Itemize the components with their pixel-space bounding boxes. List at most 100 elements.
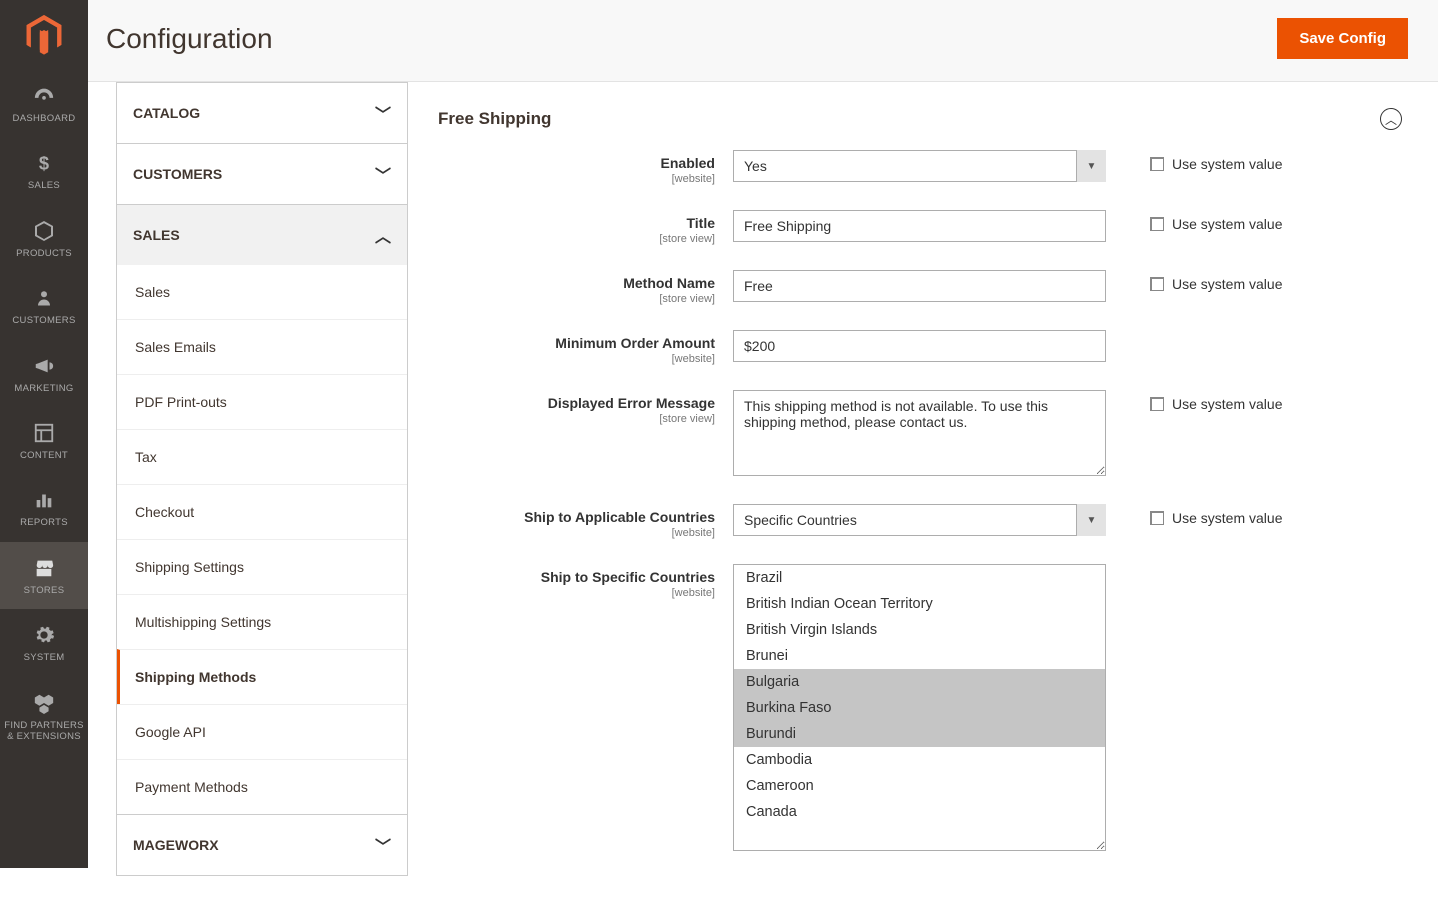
nav-label: DASHBOARD — [13, 113, 76, 124]
admin-sidebar: DASHBOARD $ SALES PRODUCTS CUSTOMERS MARKETIN… — [0, 0, 88, 868]
use-system-label: Use system value — [1172, 216, 1282, 232]
nav-label: SYSTEM — [24, 652, 65, 663]
field-label: Ship to Specific Countries — [541, 569, 715, 585]
method-name-input[interactable] — [733, 270, 1106, 302]
config-section-header-mageworx[interactable]: MAGEWORX﹀ — [117, 815, 407, 875]
min-amount-input[interactable] — [733, 330, 1106, 362]
page-wrapper: Configuration Save Config CATALOG﹀CUSTOM… — [88, 0, 1438, 906]
use-system-checkbox-wrap[interactable]: Use system value — [1150, 396, 1282, 412]
field-label: Method Name — [623, 275, 715, 291]
config-section-header-catalog[interactable]: CATALOG﹀ — [117, 83, 407, 143]
section-collapse-button[interactable]: ︿ — [1380, 108, 1402, 130]
ship-specific-multiselect[interactable]: BrazilBritish Indian Ocean TerritoryBrit… — [733, 564, 1106, 851]
title-input[interactable] — [733, 210, 1106, 242]
nav-label: STORES — [24, 585, 65, 596]
config-item-shipping-settings[interactable]: Shipping Settings — [117, 539, 407, 594]
field-scope: [store view] — [438, 413, 715, 425]
country-option[interactable]: Cambodia — [734, 747, 1105, 773]
config-section-label: CUSTOMERS — [133, 166, 222, 182]
nav-item-products[interactable]: PRODUCTS — [0, 205, 88, 272]
ship-applicable-select[interactable]: Specific Countries — [733, 504, 1106, 536]
use-system-checkbox-wrap[interactable]: Use system value — [1150, 156, 1282, 172]
field-row-ship-specific: Ship to Specific Countries [website] Bra… — [438, 564, 1402, 851]
config-item-google-api[interactable]: Google API — [117, 704, 407, 759]
field-scope: [website] — [438, 527, 715, 539]
nav-label: MARKETING — [14, 383, 73, 394]
nav-item-sales[interactable]: $ SALES — [0, 137, 88, 204]
nav-label: SALES — [28, 180, 60, 191]
use-system-checkbox-wrap[interactable]: Use system value — [1150, 510, 1282, 526]
magento-logo[interactable] — [0, 0, 88, 70]
page-title: Configuration — [106, 23, 273, 55]
checkbox-icon — [1150, 217, 1164, 231]
person-icon — [31, 285, 57, 311]
config-item-sales[interactable]: Sales — [117, 265, 407, 319]
field-scope: [store view] — [438, 233, 715, 245]
checkbox-icon — [1150, 277, 1164, 291]
config-section-catalog: CATALOG﹀ — [116, 82, 408, 144]
dollar-icon: $ — [31, 150, 57, 176]
field-row-error-msg: Displayed Error Message [store view] Thi… — [438, 390, 1402, 479]
config-content: Free Shipping ︿ Enabled [website] Yes ▼ — [408, 82, 1438, 906]
config-item-sales-emails[interactable]: Sales Emails — [117, 319, 407, 374]
config-section-header-customers[interactable]: CUSTOMERS ﹀ — [117, 144, 407, 204]
config-nav: CATALOG﹀ CUSTOMERS ﹀ SALES︿SalesSales Email… — [116, 82, 408, 906]
config-section-sales: SALES︿SalesSales EmailsPDF Print-outsTax… — [116, 205, 408, 815]
use-system-checkbox-wrap[interactable]: Use system value — [1150, 276, 1282, 292]
field-row-enabled: Enabled [website] Yes ▼ Use system value — [438, 150, 1402, 185]
nav-item-partners[interactable]: FIND PARTNERS & EXTENSIONS — [0, 677, 88, 756]
checkbox-icon — [1150, 157, 1164, 171]
config-item-checkout[interactable]: Checkout — [117, 484, 407, 539]
country-option[interactable]: British Virgin Islands — [734, 617, 1105, 643]
field-label: Title — [686, 215, 715, 231]
cube-icon — [31, 218, 57, 244]
nav-item-reports[interactable]: REPORTS — [0, 474, 88, 541]
boxes-icon — [31, 690, 57, 716]
use-system-label: Use system value — [1172, 396, 1282, 412]
field-label: Displayed Error Message — [548, 395, 715, 411]
nav-item-system[interactable]: SYSTEM — [0, 609, 88, 676]
nav-label: CUSTOMERS — [12, 315, 75, 326]
use-system-label: Use system value — [1172, 510, 1282, 526]
save-config-button[interactable]: Save Config — [1277, 18, 1408, 59]
country-option[interactable]: Burundi — [734, 721, 1105, 747]
nav-item-customers[interactable]: CUSTOMERS — [0, 272, 88, 339]
country-option[interactable]: Canada — [734, 799, 1105, 825]
error-message-textarea[interactable]: This shipping method is not available. T… — [733, 390, 1106, 476]
chevron-down-icon: ﹀ — [375, 162, 391, 186]
config-item-pdf[interactable]: PDF Print-outs — [117, 374, 407, 429]
checkbox-icon — [1150, 397, 1164, 411]
config-section-customers: CUSTOMERS ﹀ — [116, 144, 408, 205]
page-columns: CATALOG﹀CUSTOMERS﹀SALES︿SalesSales Email… — [88, 82, 1438, 906]
country-option[interactable]: British Indian Ocean Territory — [734, 591, 1105, 617]
gauge-icon — [31, 83, 57, 109]
field-row-method-name: Method Name [store view] Use system valu… — [438, 270, 1402, 305]
storefront-icon — [31, 555, 57, 581]
config-item-multishipping[interactable]: Multishipping Settings — [117, 594, 407, 649]
country-option[interactable]: Bulgaria — [734, 669, 1105, 695]
config-item-shipping-methods[interactable]: Shipping Methods — [117, 649, 407, 704]
megaphone-icon — [31, 353, 57, 379]
nav-label: REPORTS — [20, 517, 68, 528]
country-option[interactable]: Cameroon — [734, 773, 1105, 799]
country-option[interactable]: Brazil — [734, 565, 1105, 591]
config-section-header-sales[interactable]: SALES︿ — [117, 205, 407, 265]
enabled-select[interactable]: Yes — [733, 150, 1106, 182]
field-row-min-amount: Minimum Order Amount [website] — [438, 330, 1402, 365]
config-item-payment-methods[interactable]: Payment Methods — [117, 759, 407, 814]
field-scope: [store view] — [438, 293, 715, 305]
nav-item-dashboard[interactable]: DASHBOARD — [0, 70, 88, 137]
svg-text:$: $ — [39, 153, 49, 174]
nav-item-stores[interactable]: STORES — [0, 542, 88, 609]
chevron-down-icon: ﹀ — [375, 833, 391, 857]
country-option[interactable]: Burkina Faso — [734, 695, 1105, 721]
use-system-checkbox-wrap[interactable]: Use system value — [1150, 216, 1282, 232]
country-option[interactable]: Brunei — [734, 643, 1105, 669]
config-section-label: SALES — [133, 227, 180, 243]
gear-icon — [31, 622, 57, 648]
field-row-ship-applicable: Ship to Applicable Countries [website] S… — [438, 504, 1402, 539]
chevron-up-icon: ︿ — [1385, 111, 1397, 128]
config-item-tax[interactable]: Tax — [117, 429, 407, 484]
nav-item-content[interactable]: CONTENT — [0, 407, 88, 474]
nav-item-marketing[interactable]: MARKETING — [0, 340, 88, 407]
